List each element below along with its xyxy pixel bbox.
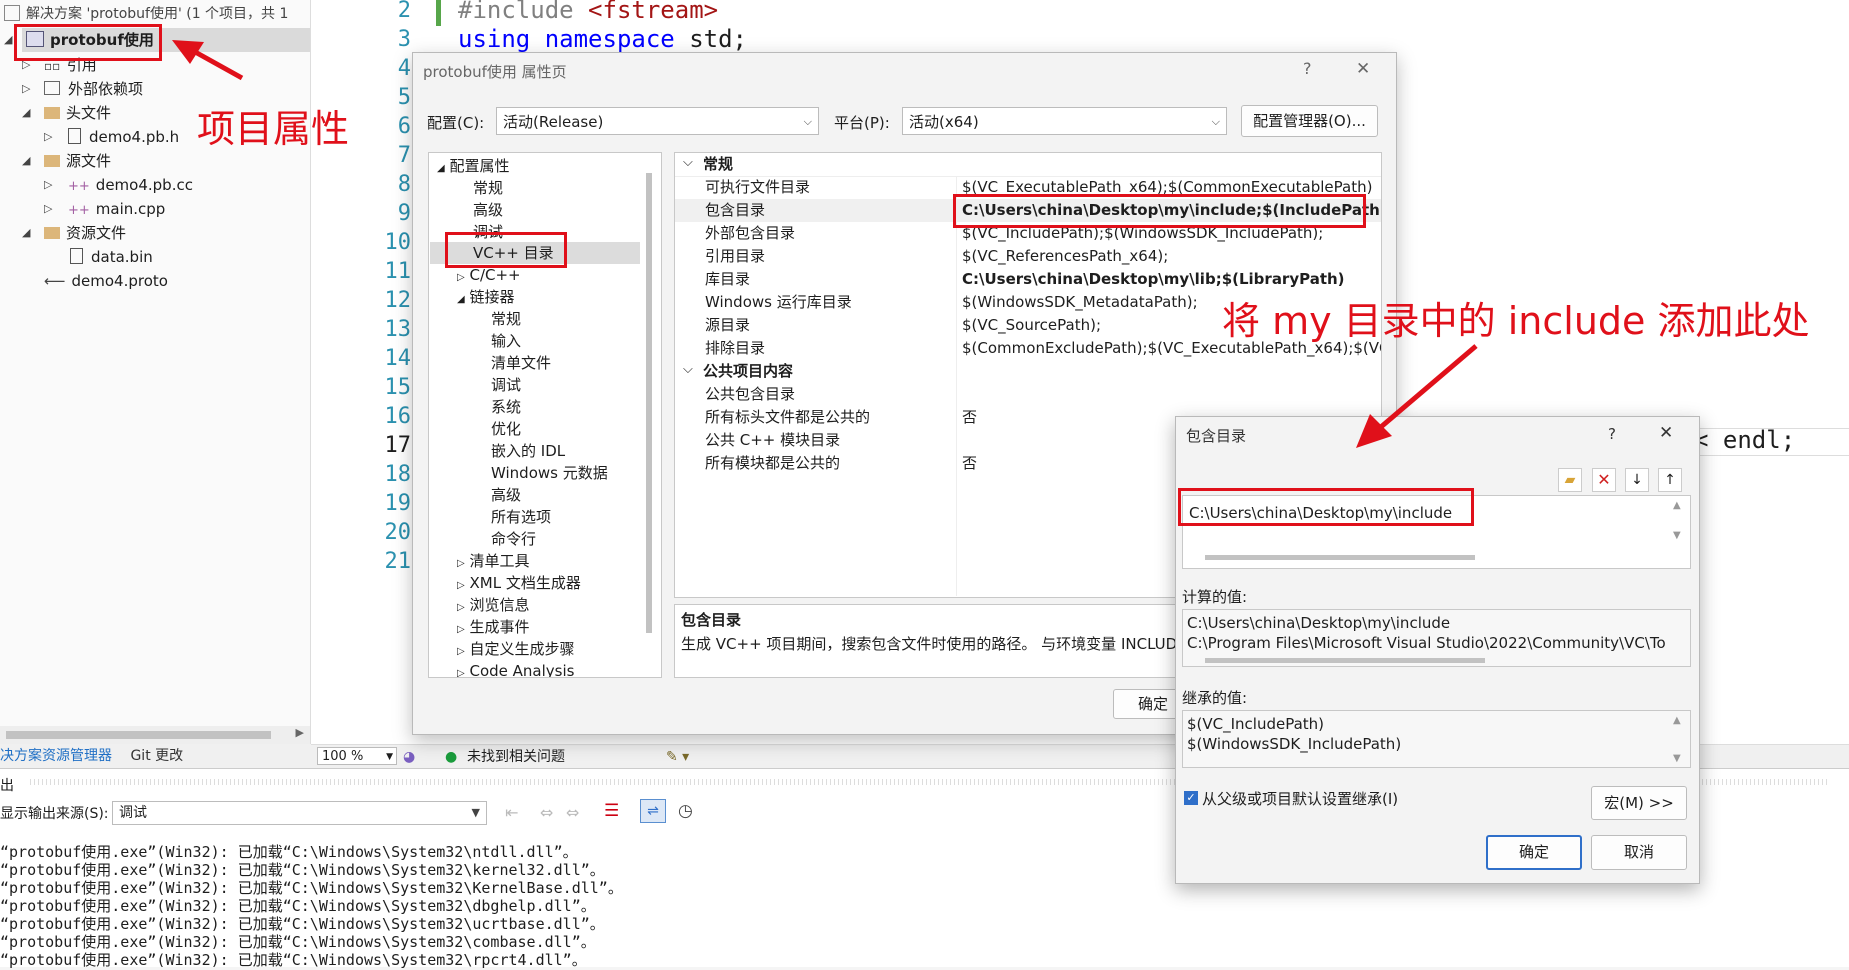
annotation-arrows (172, 40, 1478, 448)
arrow-to-project (172, 40, 244, 81)
arrow-to-include-dialog (1356, 344, 1478, 448)
